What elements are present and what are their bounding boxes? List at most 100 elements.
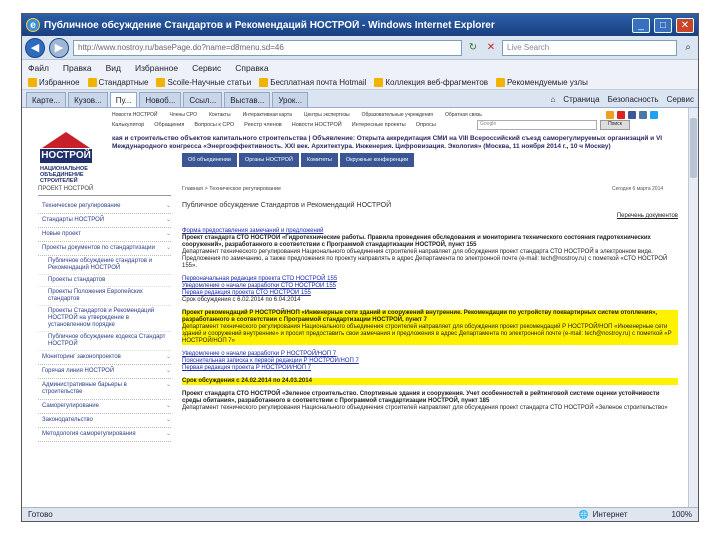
breadcrumb[interactable]: Главная > Техническое регулирование [182,186,281,192]
search-input[interactable]: Live Search [502,39,677,56]
browser-tab[interactable]: Урок... [272,92,309,107]
sidebar-item[interactable]: Стандарты НОСТРОЙ ⌄ [38,214,171,228]
document-link[interactable]: Первая редакция проекта Р НОСТРОЙ/НОП 7 [182,365,678,372]
top-link[interactable]: Интерактивная карта [243,112,292,118]
browser-tab[interactable]: Ссыл... [183,92,223,107]
zoom-level[interactable]: 100% [672,510,692,519]
sidebar-subitem[interactable]: Проекты стандартов [38,275,171,287]
document-link[interactable]: Уведомление о начале разработки Р НОСТРО… [182,351,678,358]
site-nav: Об объединении Органы НОСТРОЙ Комитеты О… [182,153,415,167]
documents-link[interactable]: Перечень документов [182,213,678,220]
sidebar-item[interactable]: Техническое регулирование ⌄ [38,200,171,214]
window-title: Публичное обсуждение Стандартов и Рекоме… [44,19,495,31]
scrollbar-thumb[interactable] [690,118,697,178]
minimize-button[interactable]: _ [632,17,650,33]
menu-help[interactable]: Справка [235,63,268,73]
secondary-link[interactable]: Реестр членов [244,122,282,128]
left-sidebar: ПРОЕКТ НОСТРОЙ Техническое регулирование… [38,186,171,442]
sidebar-item[interactable]: Саморегулирование ⌄ [38,400,171,414]
favorites-item[interactable]: Коллекция веб-фрагментов [374,77,488,87]
secondary-link[interactable]: Интересные проекты [352,122,406,128]
sidebar-subitem[interactable]: Проекты Стандартов и Рекомендаций НОСТРО… [38,306,171,332]
top-link[interactable]: Члены СРО [169,112,197,118]
favorites-item[interactable]: Стандартные [87,77,148,87]
favorites-item[interactable]: Бесплатная почта Hotmail [259,77,366,87]
document-block: Проект рекомендаций Р НОСТРОЙ/НОП «Инжен… [182,310,678,345]
vertical-scrollbar[interactable] [688,108,698,509]
page-icon [374,77,384,87]
rss-icon[interactable] [606,111,614,119]
favorites-item[interactable]: Рекомендуемые узлы [496,77,588,87]
nostroy-logo[interactable]: НОСТРОЙ НАЦИОНАЛЬНОЕ ОБЪЕДИНЕНИЕ СТРОИТЕ… [40,132,92,184]
browser-tab[interactable]: Карте... [26,92,67,107]
maximize-button[interactable]: □ [654,17,672,33]
zone-label: Интернет [592,510,628,519]
site-search-button[interactable]: Поиск [600,120,630,130]
tools-menu[interactable]: Сервис [667,95,694,104]
vk-icon[interactable] [639,111,647,119]
sidebar-item[interactable]: Новые проект ⌄ [38,228,171,242]
sidebar-item[interactable]: Мониторинг законопроектов ⌄ [38,351,171,365]
document-link[interactable]: Форма предоставления замечаний и предлож… [182,228,678,235]
document-link[interactable]: Первая редакция проекта СТО НОСТРОЙ 155 [182,290,678,297]
top-link[interactable]: Новости НОСТРОЙ [112,112,157,118]
refresh-icon[interactable]: ↻ [466,41,480,55]
sidebar-item[interactable]: Законодательство ⌄ [38,414,171,428]
secondary-link[interactable]: Калькулятор [112,122,144,128]
document-block: Срок обсуждения с 24.02.2014 по 24.03.20… [182,378,678,385]
page-menu[interactable]: Страница [563,95,599,104]
close-button[interactable]: ✕ [676,17,694,33]
document-link[interactable]: Первоначальная редакция проекта СТО НОСТ… [182,276,678,283]
browser-tab-active[interactable]: Пу... [109,92,138,107]
logo-roof-icon [42,132,90,148]
menu-favorites[interactable]: Избранное [135,63,178,73]
nav-organs[interactable]: Органы НОСТРОЙ [238,153,299,167]
document-link[interactable]: Уведомление о начале разработки СТО НОСТ… [182,283,678,290]
title-bar: e Публичное обсуждение Стандартов и Реко… [22,14,698,36]
forward-button[interactable]: ▶ [49,37,69,58]
menu-view[interactable]: Вид [106,63,121,73]
nav-committees[interactable]: Комитеты [300,153,338,167]
sidebar-subitem[interactable]: Публичное обсуждение стандартов и Рекоме… [38,256,171,275]
menu-file[interactable]: Файл [28,63,49,73]
safety-menu[interactable]: Безопасность [608,95,659,104]
sidebar-subitem[interactable]: Публичное обсуждение кодекса Стандарт НО… [38,332,171,351]
favorites-item[interactable]: Избранное [28,77,80,87]
document-text: Проект стандарта СТО НОСТРОЙ «Зеленое ст… [182,391,660,404]
stop-icon[interactable]: ✕ [484,41,498,55]
twitter-icon[interactable] [650,111,658,119]
browser-tab[interactable]: Новоб... [139,92,182,107]
top-link[interactable]: Центры экспертизы [304,112,350,118]
secondary-link[interactable]: Новости НОСТРОЙ [292,122,342,128]
nav-about[interactable]: Об объединении [182,153,237,167]
sidebar-item[interactable]: Горячая линия НОСТРОЙ ⌄ [38,365,171,379]
back-button[interactable]: ◀ [25,37,45,58]
facebook-icon[interactable] [628,111,636,119]
document-text: Департамент технического регулирования Н… [182,324,678,345]
top-link[interactable]: Контакты [209,112,231,118]
url-input[interactable]: http://www.nostroy.ru/basePage.do?name=d… [73,39,462,56]
browser-tab[interactable]: Выстав... [224,92,271,107]
top-link[interactable]: Образовательные учреждения [362,112,433,118]
sidebar-item[interactable]: Методология саморегулирования ⌄ [38,428,171,442]
top-link[interactable]: Обратная связь [445,112,482,118]
favorites-item[interactable]: Scoile-Научные статьи [156,77,251,87]
site-search-input[interactable]: Google [477,120,597,130]
tab-bar: Карте... Кузов... Пу... Новоб... Ссыл...… [22,90,698,108]
menu-tools[interactable]: Сервис [192,63,221,73]
home-icon[interactable]: ⌂ [550,95,555,104]
sidebar-item[interactable]: Административные барьеры в строительстве… [38,379,171,400]
menu-edit[interactable]: Правка [63,63,92,73]
search-icon[interactable]: ⌕ [681,41,695,55]
nav-conferences[interactable]: Окружные конференции [339,153,415,167]
document-link[interactable]: Пояснительная записка к первой редакции … [182,358,678,365]
secondary-link[interactable]: Опросы [416,122,436,128]
secondary-link[interactable]: Вопросы к СРО [194,122,234,128]
sidebar-item[interactable]: Проекты документов по стандартизации ⌄ [38,242,171,256]
youtube-icon[interactable] [617,111,625,119]
news-ticker[interactable]: кая и строительство объектов капитальног… [112,135,672,151]
sidebar-subitem[interactable]: Проекты Положения Европейских стандартов [38,287,171,306]
browser-tab[interactable]: Кузов... [68,92,108,107]
document-block: Первоначальная редакция проекта СТО НОСТ… [182,276,678,304]
secondary-link[interactable]: Обращения [154,122,184,128]
